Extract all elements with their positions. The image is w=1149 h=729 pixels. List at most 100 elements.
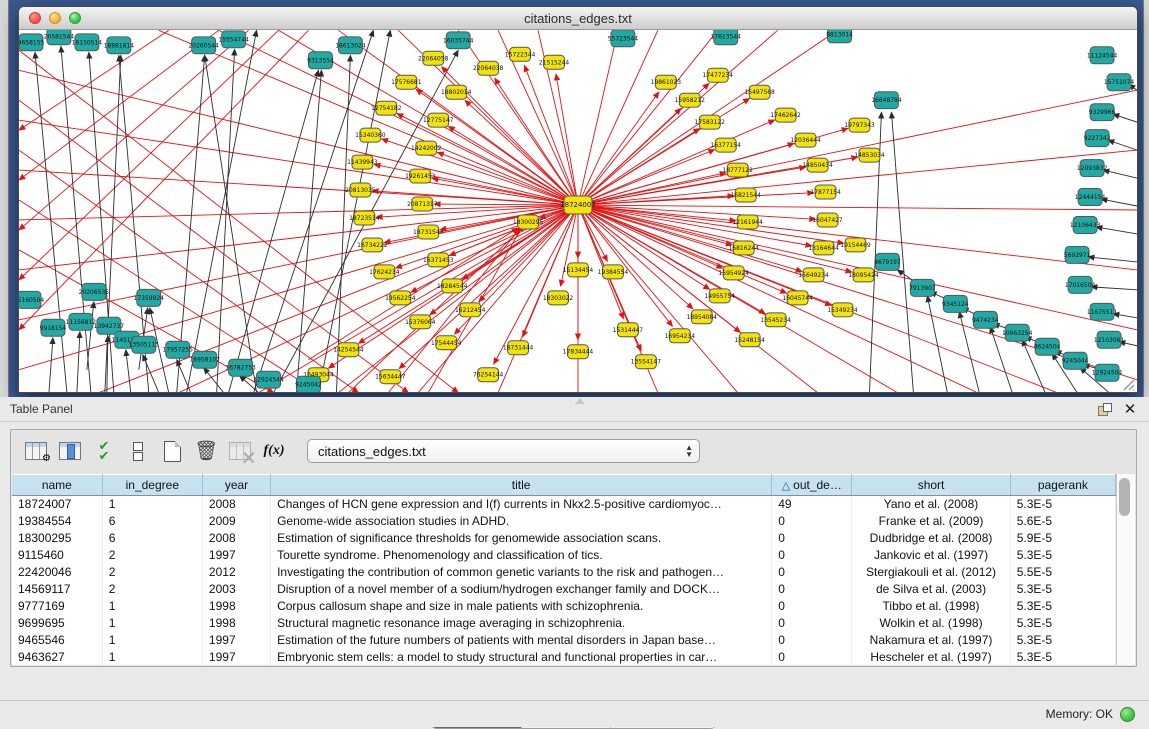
table-cell[interactable]: Jankovic et al. (1997) xyxy=(852,547,1010,564)
table-cell[interactable]: Changes of HCN gene expression and I(f) … xyxy=(271,496,772,513)
graph-node[interactable]: 9624504 xyxy=(1034,338,1061,355)
graph-node[interactable]: 19797343 xyxy=(844,118,875,132)
graph-node[interactable]: 16958107 xyxy=(189,351,220,368)
graph-node[interactable]: 16377154 xyxy=(711,138,742,152)
graph-node[interactable]: 17957255 xyxy=(163,341,194,358)
table-cell[interactable]: 5.3E-5 xyxy=(1010,496,1115,513)
float-panel-button[interactable] xyxy=(1095,400,1113,418)
table-row[interactable]: 969969511998Structural magnetic resonanc… xyxy=(12,614,1116,631)
graph-node[interactable]: 16954234 xyxy=(665,329,696,343)
graph-node[interactable]: 20206535 xyxy=(79,283,110,300)
graph-node[interactable]: 9245044 xyxy=(1062,352,1089,369)
table-cell[interactable]: 9115460 xyxy=(12,547,102,564)
table-cell[interactable]: 1 xyxy=(102,496,202,513)
table-cell[interactable]: 0 xyxy=(772,580,852,597)
table-cell[interactable]: Hescheler et al. (1997) xyxy=(852,648,1010,665)
table-cell[interactable]: 0 xyxy=(772,530,852,547)
graph-node[interactable]: 15954924 xyxy=(719,266,750,280)
table-cell[interactable]: Stergiakouli et al. (2012) xyxy=(852,564,1010,581)
graph-node[interactable]: 16047427 xyxy=(812,213,843,227)
graph-node[interactable]: 12924504 xyxy=(1092,364,1123,381)
table-cell[interactable]: 2009 xyxy=(202,513,270,530)
graph-node[interactable]: 17016504 xyxy=(1065,276,1096,293)
graph-node[interactable]: 8813014 xyxy=(826,30,853,43)
table-cell[interactable]: 0 xyxy=(772,614,852,631)
table-cell[interactable]: Franke et al. (2009) xyxy=(852,513,1010,530)
graph-node[interactable]: 18724007 xyxy=(560,196,595,214)
graph-node[interactable]: 14242002 xyxy=(411,141,442,155)
table-cell[interactable]: 6 xyxy=(102,513,202,530)
graph-node[interactable]: 20813035 xyxy=(345,183,376,197)
graph-node[interactable]: 9245042 xyxy=(295,376,322,393)
table-row[interactable]: 977716911998Corpus callosum shape and si… xyxy=(12,597,1116,614)
graph-node[interactable]: 15248154 xyxy=(734,333,765,347)
clear-selection-button[interactable] xyxy=(123,436,153,466)
graph-node[interactable]: 16821544 xyxy=(731,188,762,202)
table-cell[interactable]: Embryonic stem cells: a model to study s… xyxy=(271,648,772,665)
table-cell[interactable]: 9777169 xyxy=(12,597,102,614)
graph-node[interactable]: 17613544 xyxy=(711,30,742,45)
table-cell[interactable]: Wolkin et al. (1998) xyxy=(852,614,1010,631)
table-cell[interactable]: 2008 xyxy=(202,496,270,513)
table-cell[interactable]: 2 xyxy=(102,547,202,564)
table-cell[interactable]: 5.9E-5 xyxy=(1010,530,1115,547)
table-cell[interactable]: 9463627 xyxy=(12,648,102,665)
table-cell[interactable]: 1 xyxy=(102,631,202,648)
graph-node[interactable]: 19154469 xyxy=(840,238,871,252)
table-cell[interactable]: 1 xyxy=(102,614,202,631)
close-window-button[interactable] xyxy=(29,12,41,24)
table-cell[interactable]: Nakamura et al. (1997) xyxy=(852,631,1010,648)
table-cell[interactable]: 5.5E-5 xyxy=(1010,564,1115,581)
table-row[interactable]: 1830029562008Estimation of significance … xyxy=(12,530,1116,547)
column-header-name[interactable]: name xyxy=(12,475,102,496)
graph-node[interactable]: 9227343 xyxy=(1084,130,1111,147)
graph-node[interactable]: 15314447 xyxy=(613,323,644,337)
zoom-window-button[interactable] xyxy=(69,12,81,24)
graph-node[interactable]: 9329966 xyxy=(1089,104,1116,121)
graph-node[interactable]: 15634447 xyxy=(375,370,406,384)
delete-rows-button[interactable]: 🗑 xyxy=(191,436,221,466)
graph-node[interactable]: 7913907 xyxy=(909,279,936,296)
graph-node[interactable]: 9918154 xyxy=(40,319,67,336)
table-cell[interactable]: 1998 xyxy=(202,597,270,614)
table-cell[interactable]: 5.3E-5 xyxy=(1010,547,1115,564)
table-cell[interactable]: 5.3E-5 xyxy=(1010,597,1115,614)
table-cell[interactable]: Investigating the contribution of common… xyxy=(271,564,772,581)
graph-node[interactable]: 12093832 xyxy=(1077,160,1108,177)
minimize-window-button[interactable] xyxy=(49,12,61,24)
table-cell[interactable]: 22420046 xyxy=(12,564,102,581)
table-cell[interactable]: Corpus callosum shape and size in male p… xyxy=(271,597,772,614)
graph-node[interactable]: 16371453 xyxy=(423,253,454,267)
network-canvas[interactable]: 2206405817576681127541821534036011439943… xyxy=(19,30,1137,393)
table-row[interactable]: 1456911722003Disruption of a novel membe… xyxy=(12,580,1116,597)
graph-node[interactable]: 15554744 xyxy=(218,31,249,48)
graph-node[interactable]: 12106433 xyxy=(1070,216,1101,233)
close-panel-button[interactable]: ✕ xyxy=(1121,400,1139,418)
table-cell[interactable]: 0 xyxy=(772,547,852,564)
table-row[interactable]: 911546021997Tourette syndrome. Phenomeno… xyxy=(12,547,1116,564)
table-cell[interactable]: 1997 xyxy=(202,648,270,665)
graph-node[interactable]: 17576681 xyxy=(391,75,422,89)
function-builder-button[interactable]: f(x) xyxy=(259,436,289,466)
panel-divider-grip[interactable] xyxy=(575,398,585,404)
column-visibility-button[interactable] xyxy=(55,436,85,466)
graph-node[interactable]: 15649234 xyxy=(798,268,829,282)
graph-node[interactable]: 12444154 xyxy=(1075,189,1106,206)
graph-node[interactable]: 9474234 xyxy=(972,311,999,328)
graph-node[interactable]: 25160504 xyxy=(19,291,44,308)
graph-node[interactable]: 18613024 xyxy=(335,37,366,54)
table-cell[interactable]: 49 xyxy=(772,496,852,513)
graph-node[interactable]: 14955754 xyxy=(705,289,736,303)
graph-node[interactable]: 17477234 xyxy=(703,68,734,82)
graph-node[interactable]: 17462642 xyxy=(770,108,801,122)
table-cell[interactable]: 1 xyxy=(102,648,202,665)
graph-node[interactable]: 18954084 xyxy=(687,310,718,324)
graph-node[interactable]: 9313554 xyxy=(307,52,334,69)
node-table[interactable]: namein_degreeyeartitle△out_de…shortpager… xyxy=(12,474,1116,665)
graph-node[interactable]: 12924544 xyxy=(253,371,284,388)
table-cell[interactable]: 0 xyxy=(772,597,852,614)
graph-node[interactable]: 76254144 xyxy=(473,368,504,382)
column-header-pagerank[interactable]: pagerank xyxy=(1010,475,1115,496)
graph-node[interactable]: 22064038 xyxy=(473,61,504,75)
table-row[interactable]: 946554611997Estimation of the future num… xyxy=(12,631,1116,648)
